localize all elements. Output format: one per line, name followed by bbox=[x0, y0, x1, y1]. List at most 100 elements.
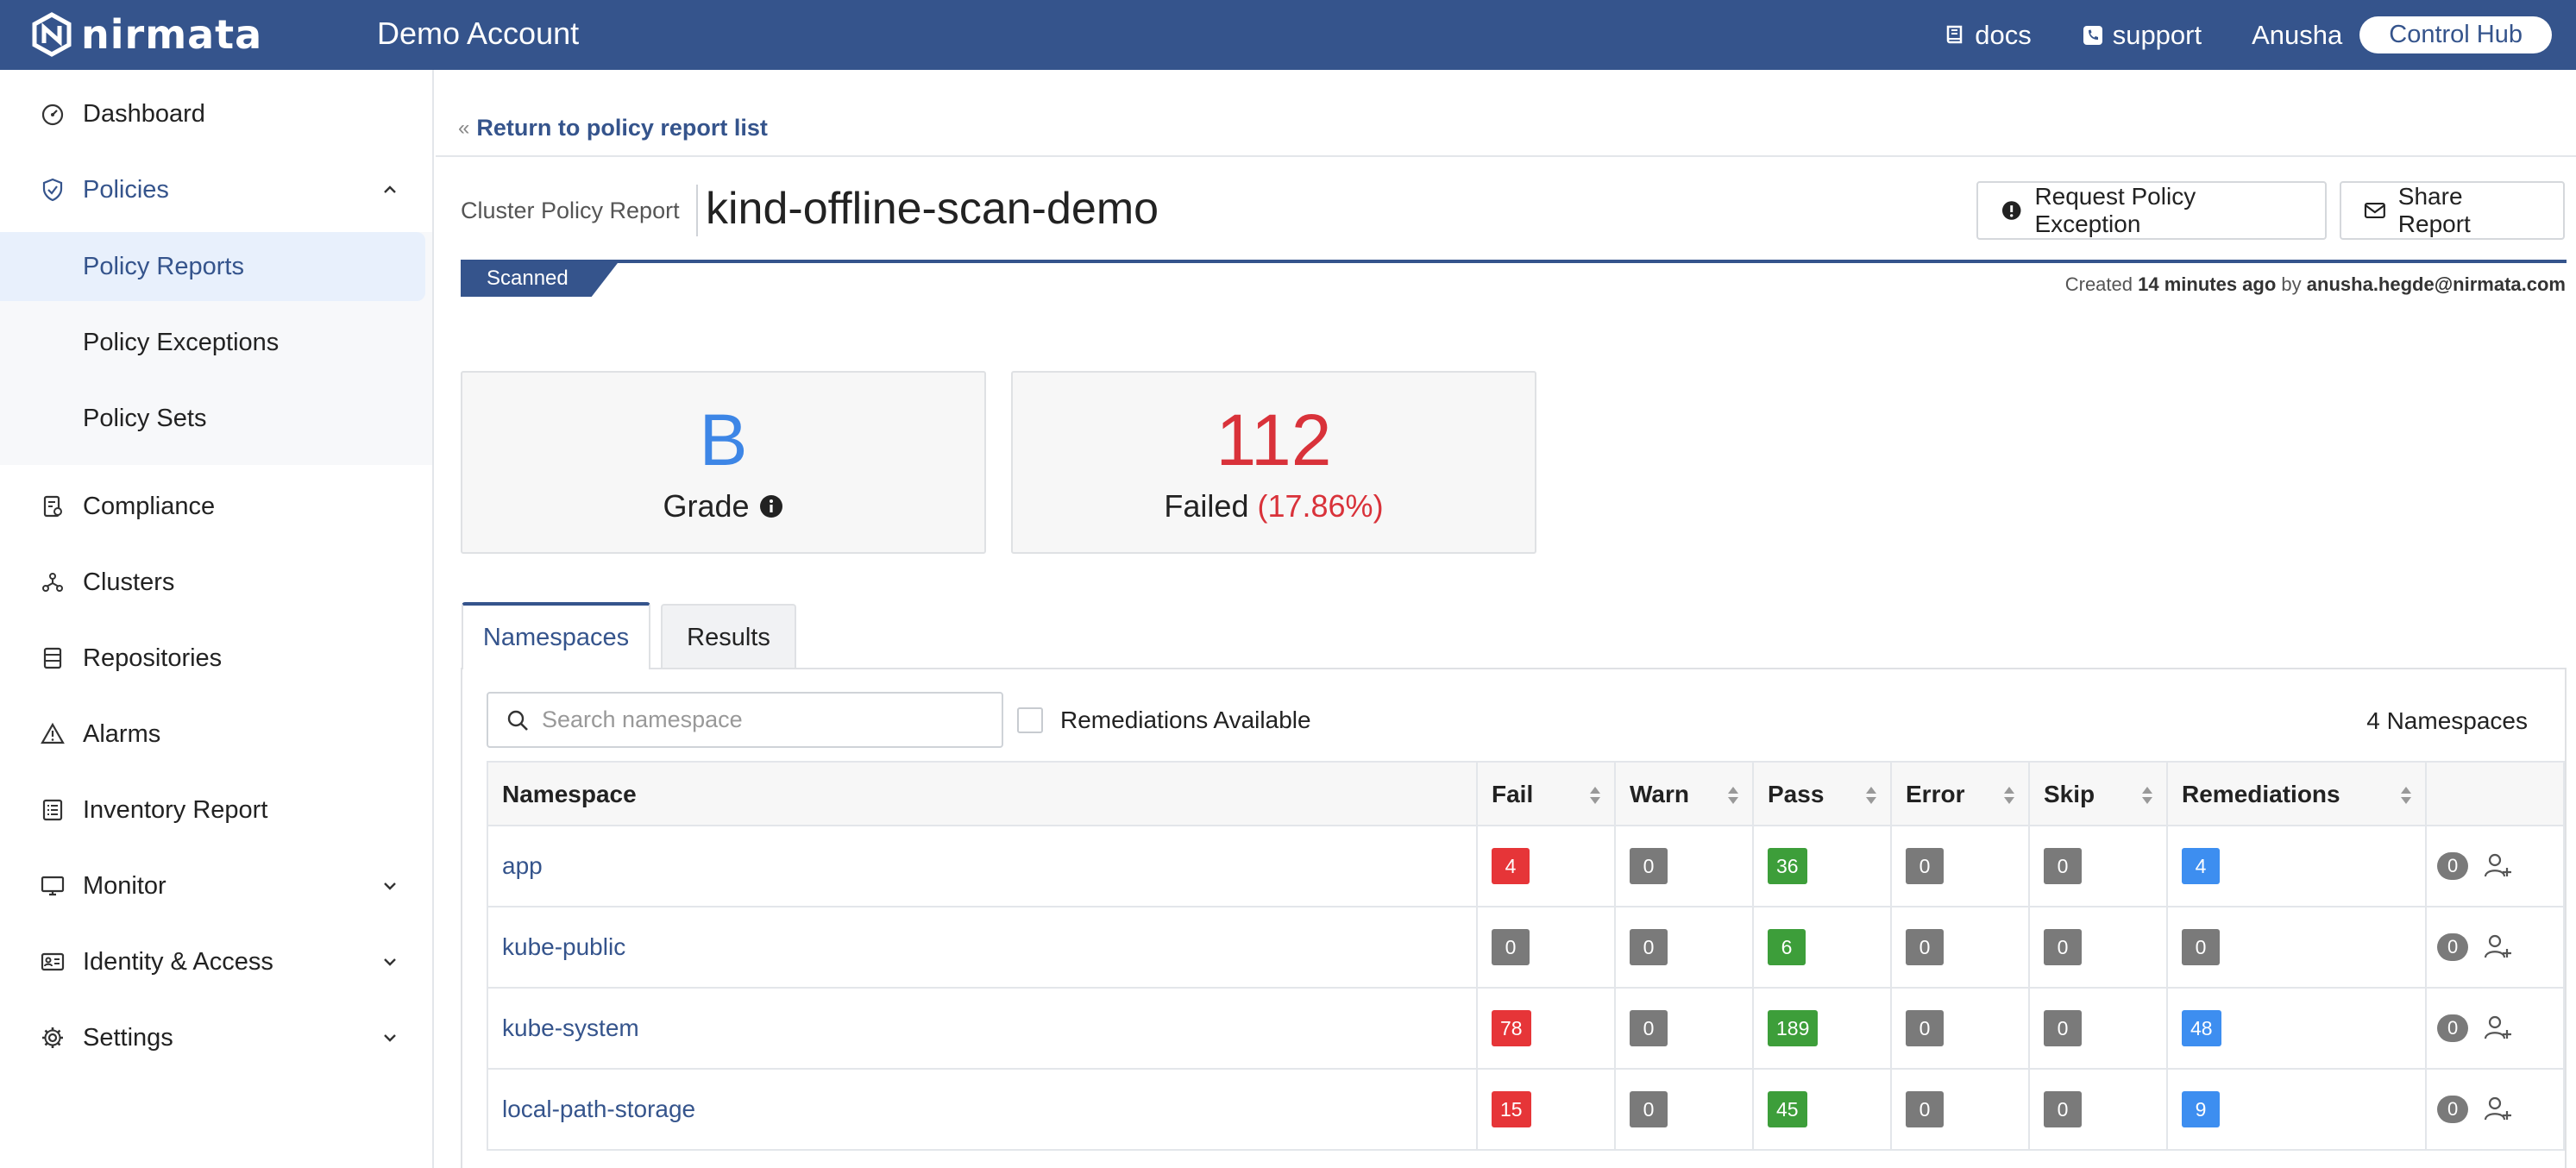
monitor-icon bbox=[41, 876, 65, 896]
status-bar bbox=[461, 260, 2567, 263]
user-name[interactable]: Anusha bbox=[2252, 20, 2342, 51]
table-row: app 4 0 36 0 0 4 0 bbox=[487, 826, 2565, 907]
fail-count-badge: 4 bbox=[1492, 848, 1530, 884]
logo-text: nirmata bbox=[81, 11, 263, 58]
created-prefix: Created bbox=[2064, 273, 2133, 295]
docs-link[interactable]: docs bbox=[1944, 19, 2032, 51]
tab-namespaces[interactable]: Namespaces bbox=[462, 602, 650, 669]
table-row: kube-public 0 0 6 0 0 0 0 bbox=[487, 907, 2565, 989]
fail-count-badge: 0 bbox=[1492, 929, 1530, 965]
namespace-count: 4 Namespaces bbox=[2366, 707, 2528, 734]
phone-icon bbox=[2083, 25, 2102, 45]
sidebar-item-compliance[interactable]: Compliance bbox=[0, 475, 432, 537]
sort-icon bbox=[2004, 787, 2014, 804]
sidebar-subitem-policy-exceptions[interactable]: Policy Exceptions bbox=[0, 308, 425, 377]
column-header-namespace: Namespace bbox=[488, 763, 1478, 826]
error-count-badge: 0 bbox=[1906, 929, 1944, 965]
sidebar-item-settings[interactable]: Settings bbox=[0, 1007, 432, 1069]
sidebar-subitem-policy-sets[interactable]: Policy Sets bbox=[0, 384, 425, 453]
warn-count-badge: 0 bbox=[1630, 1091, 1668, 1127]
account-name[interactable]: Demo Account bbox=[377, 16, 579, 52]
alarm-icon bbox=[41, 722, 65, 744]
sidebar-item-monitor[interactable]: Monitor bbox=[0, 855, 432, 917]
page-title: kind-offline-scan-demo bbox=[706, 184, 1159, 234]
remediations-filter[interactable]: Remediations Available bbox=[1017, 706, 1311, 734]
control-hub-button[interactable]: Control Hub bbox=[2359, 16, 2552, 53]
sidebar-item-label: Repositories bbox=[83, 644, 223, 672]
add-user-icon[interactable] bbox=[2482, 932, 2513, 963]
column-header-fail-label: Fail bbox=[1492, 781, 1534, 807]
sort-icon bbox=[1728, 787, 1738, 804]
search-box[interactable] bbox=[487, 692, 1003, 748]
failed-label: Failed bbox=[1164, 488, 1249, 524]
column-header-remediations[interactable]: Remediations bbox=[2168, 763, 2427, 826]
return-link[interactable]: « Return to policy report list bbox=[458, 115, 768, 141]
column-header-pass[interactable]: Pass bbox=[1754, 763, 1892, 826]
compliance-icon bbox=[43, 495, 62, 518]
sidebar-item-clusters[interactable]: Clusters bbox=[0, 551, 432, 613]
sidebar-item-policies[interactable]: Policies bbox=[0, 159, 432, 221]
sidebar-subitem-policy-reports[interactable]: Policy Reports bbox=[0, 232, 425, 301]
chevron-down-icon[interactable] bbox=[380, 876, 400, 896]
error-count-badge: 0 bbox=[1906, 1010, 1944, 1046]
pass-count-badge: 189 bbox=[1768, 1010, 1819, 1046]
identity-icon bbox=[41, 952, 65, 971]
table-row: kube-system 78 0 189 0 0 48 0 bbox=[487, 989, 2565, 1070]
share-report-button[interactable]: Share Report bbox=[2340, 181, 2565, 240]
failed-percentage: (17.86%) bbox=[1257, 488, 1384, 524]
namespace-link[interactable]: local-path-storage bbox=[502, 1096, 695, 1123]
add-user-icon[interactable] bbox=[2482, 1013, 2513, 1044]
namespace-link[interactable]: kube-system bbox=[502, 1014, 639, 1042]
chevron-up-icon[interactable] bbox=[380, 179, 400, 200]
pass-count-badge: 36 bbox=[1768, 848, 1807, 884]
grade-label: Grade bbox=[663, 488, 750, 524]
support-link[interactable]: support bbox=[2082, 20, 2202, 51]
back-row: « Return to policy report list bbox=[436, 70, 2576, 157]
column-header-warn[interactable]: Warn bbox=[1616, 763, 1754, 826]
request-policy-exception-label: Request Policy Exception bbox=[2034, 183, 2196, 237]
failed-value: 112 bbox=[1216, 399, 1332, 480]
support-label: support bbox=[2112, 19, 2202, 50]
remediations-checkbox[interactable] bbox=[1017, 707, 1043, 733]
column-header-fail[interactable]: Fail bbox=[1478, 763, 1616, 826]
namespace-link[interactable]: kube-public bbox=[502, 933, 625, 961]
created-by-word: by bbox=[2281, 273, 2302, 295]
chevron-down-icon[interactable] bbox=[380, 1027, 400, 1048]
sidebar-item-label: Settings bbox=[83, 1023, 173, 1052]
add-user-icon[interactable] bbox=[2482, 851, 2513, 882]
add-user-icon[interactable] bbox=[2482, 1094, 2513, 1125]
namespace-link[interactable]: app bbox=[502, 852, 543, 880]
skip-count-badge: 0 bbox=[2044, 929, 2082, 965]
warn-count-badge: 0 bbox=[1630, 1010, 1668, 1046]
table-row: local-path-storage 15 0 45 0 0 9 0 bbox=[487, 1070, 2565, 1151]
sidebar-item-inventory-report[interactable]: Inventory Report bbox=[0, 779, 432, 841]
tab-results[interactable]: Results bbox=[661, 604, 796, 669]
remediations-label: Remediations Available bbox=[1060, 706, 1311, 733]
docs-label: docs bbox=[1975, 19, 2032, 50]
error-count-badge: 0 bbox=[1906, 1091, 1944, 1127]
column-header-warn-label: Warn bbox=[1630, 781, 1689, 807]
chevron-down-icon[interactable] bbox=[380, 951, 400, 972]
column-header-remediations-label: Remediations bbox=[2182, 781, 2340, 807]
sidebar-item-dashboard[interactable]: Dashboard bbox=[0, 83, 432, 145]
exceptions-count-pill: 0 bbox=[2437, 1014, 2469, 1042]
column-header-error-label: Error bbox=[1906, 781, 1965, 807]
repositories-icon bbox=[43, 647, 62, 669]
skip-count-badge: 0 bbox=[2044, 848, 2082, 884]
column-header-pass-label: Pass bbox=[1768, 781, 1825, 807]
report-type-label: Cluster Policy Report bbox=[461, 198, 680, 223]
remediations-count-badge: 4 bbox=[2182, 848, 2220, 884]
shield-icon bbox=[42, 178, 63, 202]
sort-icon bbox=[2401, 787, 2411, 804]
search-input[interactable] bbox=[542, 706, 990, 733]
column-header-skip[interactable]: Skip bbox=[2030, 763, 2168, 826]
sidebar-item-repositories[interactable]: Repositories bbox=[0, 627, 432, 689]
sidebar-item-identity-access[interactable]: Identity & Access bbox=[0, 931, 432, 993]
title-divider bbox=[696, 185, 698, 236]
info-icon[interactable] bbox=[758, 493, 784, 519]
sidebar-item-alarms[interactable]: Alarms bbox=[0, 703, 432, 765]
column-header-error[interactable]: Error bbox=[1892, 763, 2030, 826]
request-policy-exception-button[interactable]: Request Policy Exception bbox=[1976, 181, 2327, 240]
search-icon bbox=[507, 710, 528, 731]
logo[interactable]: nirmata bbox=[31, 10, 262, 59]
